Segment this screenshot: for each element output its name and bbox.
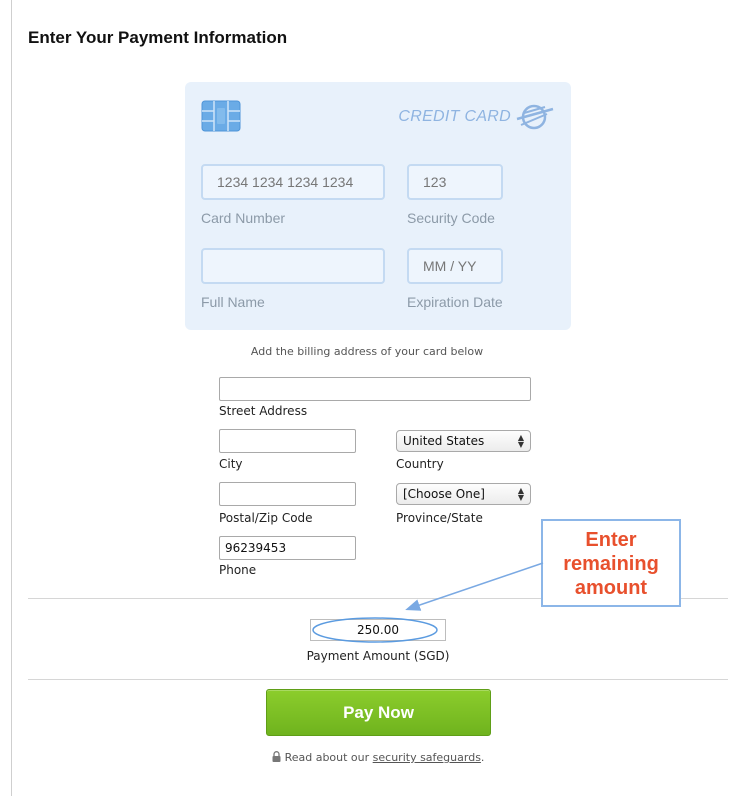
card-number-label: Card Number (201, 210, 286, 226)
country-select[interactable]: United States ▲ ▼ (396, 430, 531, 452)
city-label: City (219, 457, 243, 471)
country-label: Country (396, 457, 444, 471)
card-brand: CREDIT CARD (398, 102, 555, 132)
payment-amount-input[interactable] (310, 619, 446, 641)
expiration-date-input[interactable] (407, 248, 503, 284)
security-safeguards-line: Read about our security safeguards. (0, 751, 734, 764)
province-label: Province/State (396, 511, 483, 525)
card-brand-label: CREDIT CARD (398, 108, 511, 125)
safeguards-suffix: . (480, 751, 485, 764)
credit-card-panel: CREDIT CARD Card Number Security Code Fu… (185, 82, 571, 330)
country-select-value: United States (403, 434, 485, 448)
expiration-date-label: Expiration Date (407, 294, 503, 310)
billing-note: Add the billing address of your card bel… (250, 345, 484, 358)
street-address-input[interactable] (219, 377, 531, 401)
page-title: Enter Your Payment Information (28, 28, 288, 47)
card-chip-icon (201, 100, 241, 132)
postal-code-input[interactable] (219, 482, 356, 506)
payment-amount-label: Payment Amount (SGD) (306, 649, 450, 663)
select-arrows-icon: ▲ ▼ (517, 433, 524, 449)
postal-code-label: Postal/Zip Code (219, 511, 313, 525)
province-select[interactable]: [Choose One] ▲ ▼ (396, 483, 531, 505)
card-globe-icon (516, 104, 554, 130)
callout-line-2: remaining (563, 553, 659, 575)
annotation-callout-box: Enter remaining amount (541, 519, 681, 607)
province-select-value: [Choose One] (403, 487, 485, 501)
city-input[interactable] (219, 429, 356, 453)
safeguards-prefix: Read about our (284, 751, 373, 764)
callout-line-1: Enter (585, 529, 637, 551)
full-name-input[interactable] (201, 248, 385, 284)
callout-line-3: amount (574, 577, 648, 599)
divider-bottom (28, 679, 728, 680)
phone-input[interactable] (219, 536, 356, 560)
select-arrows-icon: ▲ ▼ (517, 486, 524, 502)
security-code-input[interactable] (407, 164, 503, 200)
annotation-arrow (405, 562, 544, 611)
phone-label: Phone (219, 563, 257, 577)
security-code-label: Security Code (407, 210, 495, 226)
lock-icon (272, 751, 281, 762)
left-border-line (11, 0, 12, 796)
street-address-label: Street Address (219, 404, 308, 418)
security-safeguards-link[interactable]: security safeguards (373, 751, 481, 764)
card-number-input[interactable] (201, 164, 385, 200)
full-name-label: Full Name (201, 294, 265, 310)
pay-now-button[interactable]: Pay Now (266, 689, 491, 736)
